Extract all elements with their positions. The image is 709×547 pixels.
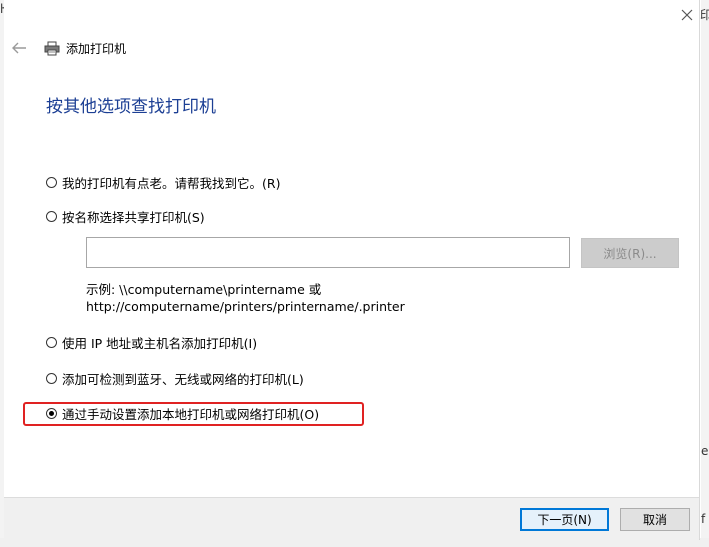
radio-old-printer[interactable]	[46, 176, 57, 188]
option-ip-or-hostname[interactable]: 使用 IP 地址或主机名添加打印机(I)	[46, 332, 257, 352]
dialog-footer: 下一页(N) 取消	[4, 497, 699, 540]
background-glyph-bottom-right: f	[701, 512, 706, 526]
back-arrow-icon	[12, 42, 26, 54]
radio-shared-printer-by-name[interactable]	[46, 210, 57, 222]
browse-button[interactable]: 浏览(R)...	[581, 238, 679, 268]
close-icon	[681, 9, 693, 21]
option-ip-or-hostname-label: 使用 IP 地址或主机名添加打印机(I)	[62, 335, 258, 351]
background-glyph-top-right: 印	[700, 8, 709, 22]
option-shared-printer-by-name[interactable]: 按名称选择共享打印机(S)	[46, 206, 205, 226]
option-bluetooth-wireless-network[interactable]: 添加可检测到蓝牙、无线或网络的打印机(L)	[46, 368, 304, 388]
cancel-button[interactable]: 取消	[620, 508, 690, 531]
selection-highlight-box	[23, 402, 364, 426]
shared-printer-name-input[interactable]	[86, 237, 570, 268]
close-button[interactable]	[676, 4, 698, 26]
example-text-line2: http://computername/printers/printername…	[86, 299, 405, 314]
option-old-printer[interactable]: 我的打印机有点老。请帮我找到它。(R)	[46, 172, 280, 192]
back-button[interactable]	[11, 39, 31, 57]
example-text-line1: 示例: \\computername\printername 或	[86, 282, 322, 297]
add-printer-dialog: 添加打印机 按其他选项查找打印机 我的打印机有点老。请帮我找到它。(R) 按名称…	[4, 0, 700, 540]
radio-bluetooth-wireless-network[interactable]	[46, 372, 57, 384]
printer-icon	[44, 41, 60, 55]
window-title-bar: 添加打印机	[44, 38, 126, 58]
option-bluetooth-wireless-network-label: 添加可检测到蓝牙、无线或网络的打印机(L)	[62, 371, 304, 387]
background-window-edge-right	[701, 0, 709, 547]
background-glyph-mid-right: e	[701, 444, 709, 458]
page-heading: 按其他选项查找打印机	[46, 97, 216, 117]
window-title: 添加打印机	[66, 41, 127, 56]
radio-ip-or-hostname[interactable]	[46, 336, 57, 348]
next-button[interactable]: 下一页(N)	[520, 508, 609, 531]
option-old-printer-label: 我的打印机有点老。请帮我找到它。(R)	[62, 175, 281, 191]
option-shared-printer-by-name-label: 按名称选择共享打印机(S)	[62, 209, 205, 225]
